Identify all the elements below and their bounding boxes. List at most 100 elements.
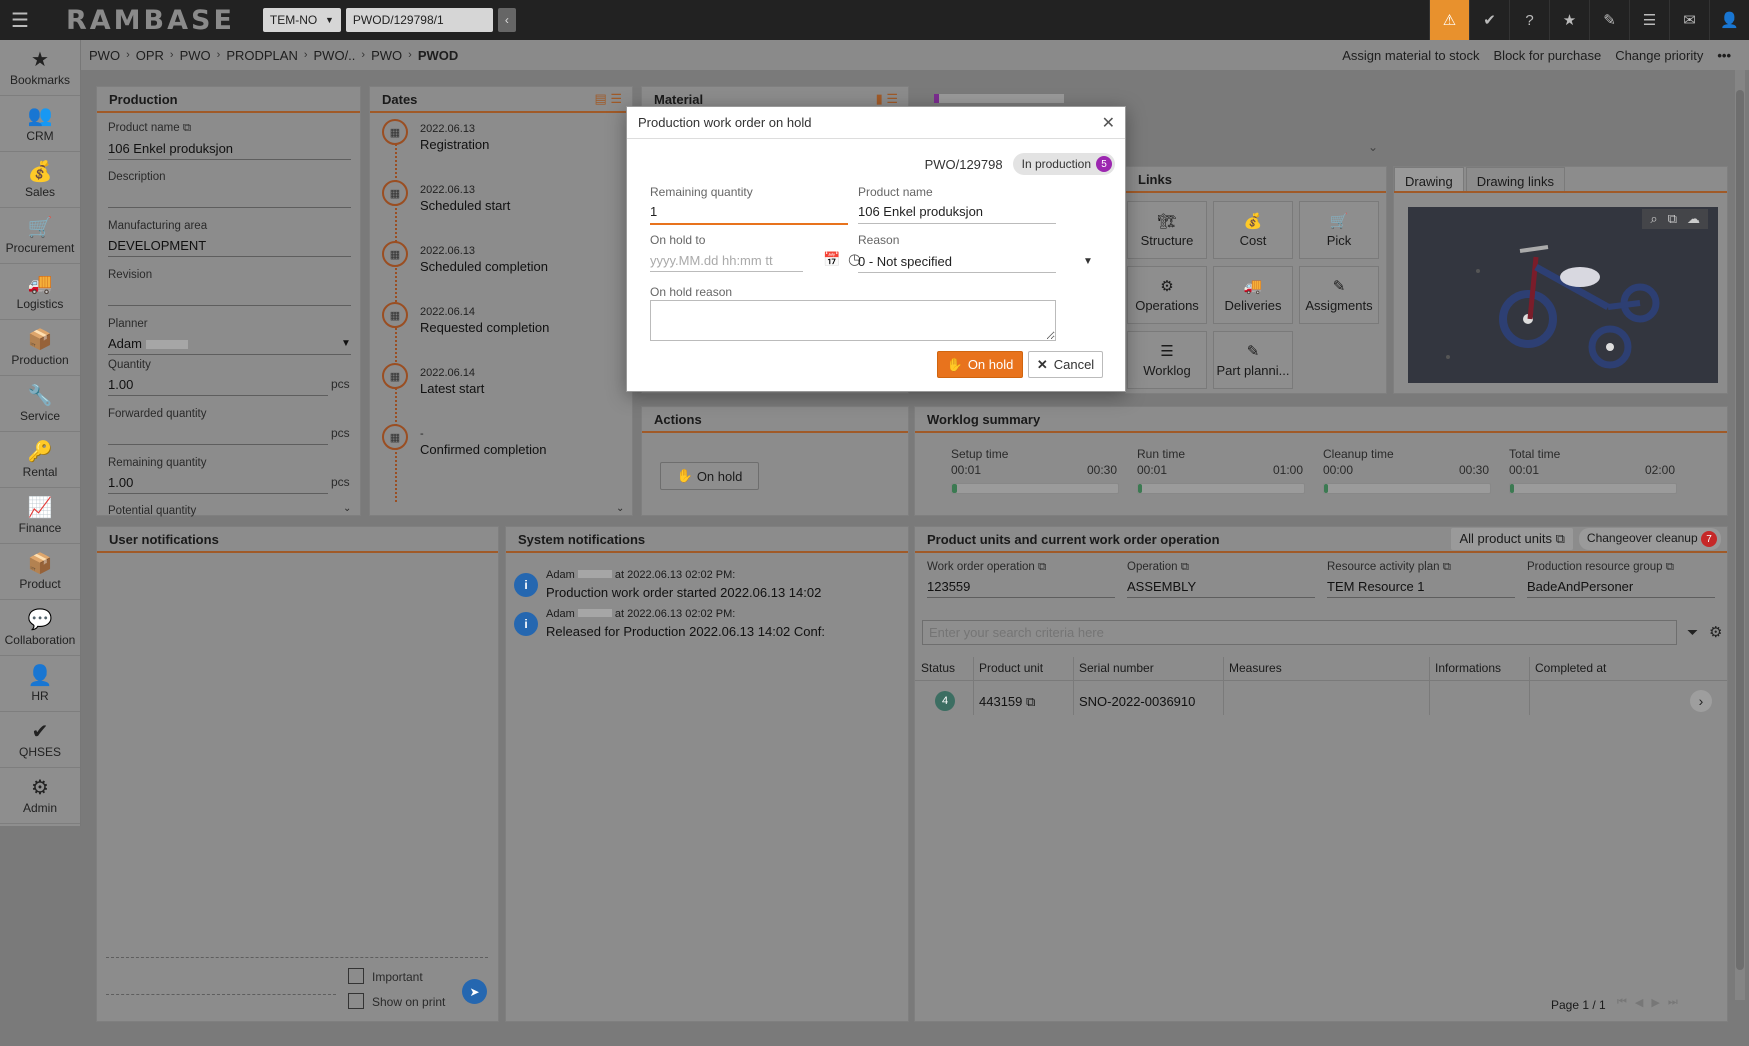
tile-label: Operations (1135, 298, 1199, 313)
show-on-print-checkbox[interactable] (348, 993, 364, 1009)
sidebar-item-procurement[interactable]: 🛒 Procurement (0, 208, 80, 264)
breadcrumb-item[interactable]: PRODPLAN (226, 48, 298, 63)
chevron-right-icon: › (126, 49, 130, 61)
more-icon[interactable]: ••• (1717, 48, 1731, 63)
search-input[interactable] (922, 620, 1677, 645)
column-header[interactable]: Status (921, 661, 955, 675)
chevron-right-icon[interactable]: › (1690, 690, 1712, 712)
external-link-icon[interactable]: ⧉ (183, 122, 191, 134)
planner-value[interactable]: Adam (108, 336, 188, 351)
table-row[interactable]: 4 443159 ⧉ SNO-2022-0036910 › (915, 683, 1727, 719)
link-tile-cost[interactable]: 💰 Cost (1213, 201, 1293, 259)
sidebar-item-logistics[interactable]: 🚚 Logistics (0, 264, 80, 320)
breadcrumb-item[interactable]: OPR (136, 48, 164, 63)
block-purchase-link[interactable]: Block for purchase (1494, 48, 1602, 63)
tab-drawing-links[interactable]: Drawing links (1465, 167, 1565, 191)
attach-icon[interactable]: ✎ (1589, 0, 1629, 40)
forwarded-unit: pcs (331, 426, 350, 440)
calendar-icon[interactable]: 📅 (823, 251, 840, 268)
sidebar-item-qhses[interactable]: ✔ QHSES (0, 712, 80, 768)
link-tile-structure[interactable]: 🏗 Structure (1127, 201, 1207, 259)
link-tile-assigments[interactable]: ✎ Assigments (1299, 266, 1379, 324)
sidebar-item-service[interactable]: 🔧 Service (0, 376, 80, 432)
open-icon[interactable]: ⧉ (1668, 211, 1677, 227)
link-tile-partplanni[interactable]: ✎ Part planni... (1213, 331, 1293, 389)
sidebar-item-production[interactable]: 📦 Production (0, 320, 80, 376)
scroll-down-icon[interactable]: ⌄ (616, 503, 624, 514)
view-toggle-icon[interactable]: ▤ ☰ (594, 91, 622, 107)
tab-drawing[interactable]: Drawing (1394, 167, 1464, 191)
on-hold-reason-textarea[interactable] (650, 300, 1056, 341)
confirm-on-hold-button[interactable]: ✋ On hold (937, 351, 1023, 378)
sidebar-item-bookmarks[interactable]: ★ Bookmarks (0, 40, 80, 96)
breadcrumb-item[interactable]: PWO (371, 48, 402, 63)
mail-icon[interactable]: ✉ (1669, 0, 1709, 40)
send-icon[interactable]: ➤ (462, 979, 487, 1004)
sidebar-item-crm[interactable]: 👥 CRM (0, 96, 80, 152)
reason-select[interactable]: 0 - Not specified (858, 254, 952, 269)
column-header[interactable]: Informations (1435, 661, 1501, 675)
link-tile-pick[interactable]: 🛒 Pick (1299, 201, 1379, 259)
chart-icon[interactable]: ▮ ☰ (876, 91, 898, 107)
important-checkbox[interactable] (348, 968, 364, 984)
sidebar-item-rental[interactable]: 🔑 Rental (0, 432, 80, 488)
scroll-down-icon[interactable]: ⌄ (343, 503, 351, 514)
breadcrumb-item[interactable]: PWO/.. (314, 48, 356, 63)
cancel-button[interactable]: ✕ Cancel (1028, 351, 1103, 378)
column-header[interactable]: Product unit (979, 661, 1043, 675)
sidebar-item-finance[interactable]: 📈 Finance (0, 488, 80, 544)
column-header[interactable]: Measures (1229, 661, 1282, 675)
sidebar-item-collaboration[interactable]: 💬 Collaboration (0, 600, 80, 656)
prev-page-icon[interactable]: ◀ (1635, 996, 1643, 1009)
change-priority-link[interactable]: Change priority (1615, 48, 1703, 63)
gear-icon[interactable]: ⚙ (1709, 623, 1722, 641)
menu-icon[interactable]: ☰ (0, 0, 40, 40)
help-icon[interactable]: ? (1509, 0, 1549, 40)
breadcrumb-item[interactable]: PWO (180, 48, 211, 63)
check-icon[interactable]: ✔ (1469, 0, 1509, 40)
column-header[interactable]: Serial number (1079, 661, 1154, 675)
all-product-units-button[interactable]: All product units ⧉ (1451, 528, 1573, 550)
external-link-icon[interactable]: ⧉ (1181, 561, 1189, 573)
external-link-icon[interactable]: ⧉ (1443, 561, 1451, 573)
link-tile-worklog[interactable]: ☰ Worklog (1127, 331, 1207, 389)
list-icon[interactable]: ☰ (1629, 0, 1669, 40)
link-tile-operations[interactable]: ⚙ Operations (1127, 266, 1207, 324)
next-page-icon[interactable]: ▶ (1651, 996, 1659, 1009)
wo-op-label: Work order operation ⧉ (927, 561, 1047, 573)
actions-panel: Actions ✋ On hold (641, 406, 909, 516)
sidebar-item-sales[interactable]: 💰 Sales (0, 152, 80, 208)
assign-material-link[interactable]: Assign material to stock (1342, 48, 1479, 63)
chevron-down-icon[interactable]: ▼ (1083, 256, 1093, 267)
user-icon[interactable]: 👤 (1709, 0, 1749, 40)
external-link-icon[interactable]: ⧉ (1038, 561, 1046, 573)
company-select[interactable]: TEM-NO ▼ (262, 8, 341, 32)
external-link-icon[interactable]: ⧉ (1666, 561, 1674, 573)
close-icon[interactable]: ✕ (1102, 113, 1115, 133)
breadcrumb-item[interactable]: PWOD (418, 48, 458, 63)
star-icon[interactable]: ★ (1549, 0, 1589, 40)
on-hold-to-input[interactable]: yyyy.MM.dd hh:mm tt (650, 253, 773, 268)
last-page-icon[interactable]: ⏭ (1668, 996, 1678, 1009)
breadcrumb-item[interactable]: PWO (89, 48, 120, 63)
column-header[interactable]: Completed at (1535, 661, 1606, 675)
first-page-icon[interactable]: ⏮ (1617, 996, 1627, 1009)
upload-icon[interactable]: ☁ (1687, 211, 1700, 227)
on-hold-button[interactable]: ✋ On hold (660, 462, 759, 490)
chevron-down-icon[interactable]: ▼ (341, 338, 351, 349)
zoom-icon[interactable]: ⌕ (1650, 211, 1657, 227)
product-unit-cell[interactable]: 443159 ⧉ (979, 694, 1035, 710)
sidebar-item-product[interactable]: 📦 Product (0, 544, 80, 600)
document-input[interactable]: PWOD/129798/1 (345, 8, 493, 32)
expand-icon[interactable]: ⌄ (1368, 140, 1378, 154)
sidebar-item-hr[interactable]: 👤 HR (0, 656, 80, 712)
link-tile-deliveries[interactable]: 🚚 Deliveries (1213, 266, 1293, 324)
changeover-cleanup-button[interactable]: Changeover cleanup 7 (1578, 527, 1721, 551)
filter-icon[interactable]: ⏷ (1687, 624, 1698, 641)
remaining-quantity-input[interactable]: 1 (650, 204, 657, 219)
warning-icon[interactable]: ⚠ (1429, 0, 1469, 40)
sidebar-item-admin[interactable]: ⚙ Admin (0, 768, 80, 824)
back-button[interactable]: ‹ (497, 8, 516, 32)
scrollbar-thumb[interactable] (1736, 90, 1744, 970)
scrollbar[interactable] (1735, 70, 1745, 1000)
